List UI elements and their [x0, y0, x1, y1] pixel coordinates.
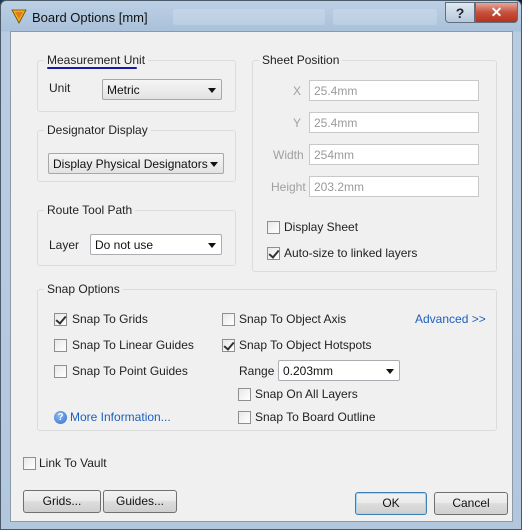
info-icon: ?: [54, 411, 67, 424]
snap-object-axis-label: Snap To Object Axis: [239, 312, 347, 326]
snap-all-layers-label: Snap On All Layers: [255, 387, 358, 401]
designator-select-value: Display Physical Designators: [53, 157, 208, 171]
designator-display-title: Designator Display: [44, 123, 151, 137]
chevron-down-icon: [208, 88, 216, 93]
unit-label: Unit: [49, 81, 71, 95]
snap-linear-checkbox[interactable]: [54, 339, 67, 352]
snap-board-outline-label: Snap To Board Outline: [255, 410, 376, 424]
route-tool-path-title: Route Tool Path: [44, 203, 136, 217]
height-field[interactable]: 203.2mm: [309, 176, 479, 197]
window-title: Board Options [mm]: [32, 10, 148, 25]
unit-select-value: Metric: [107, 83, 140, 97]
range-select-value: 0.203mm: [283, 364, 334, 378]
width-label: Width: [273, 148, 304, 162]
link-to-vault-label: Link To Vault: [39, 456, 107, 470]
advanced-link[interactable]: Advanced >>: [415, 312, 486, 326]
cancel-button[interactable]: Cancel: [434, 492, 508, 515]
help-icon: ?: [455, 4, 465, 21]
ok-button[interactable]: OK: [355, 492, 427, 515]
snap-point-checkbox[interactable]: [54, 365, 67, 378]
autosize-checkbox[interactable]: [267, 247, 280, 260]
more-information-link[interactable]: More Information...: [70, 410, 171, 424]
title-underline: [47, 67, 137, 69]
y-field[interactable]: 25.4mm: [309, 112, 479, 133]
snap-linear-label: Snap To Linear Guides: [72, 338, 194, 352]
layer-select[interactable]: Do not use: [90, 234, 222, 255]
display-sheet-checkbox[interactable]: [267, 221, 280, 234]
close-icon: ✕: [490, 4, 503, 20]
snap-grids-label: Snap To Grids: [72, 312, 148, 326]
designator-display-group: Designator Display Display Physical Desi…: [37, 123, 236, 182]
snap-object-hotspots-checkbox[interactable]: [222, 339, 235, 352]
snap-options-title: Snap Options: [44, 282, 123, 296]
title-bar[interactable]: Board Options [mm] ? ✕: [1, 1, 521, 31]
link-to-vault-checkbox[interactable]: [23, 457, 36, 470]
x-label: X: [293, 84, 302, 98]
sheet-position-group: Sheet Position X 25.4mm Y 25.4mm Width 2…: [252, 53, 497, 272]
snap-object-hotspots-label: Snap To Object Hotspots: [239, 338, 372, 352]
y-label: Y: [293, 116, 302, 130]
designator-select[interactable]: Display Physical Designators: [48, 153, 224, 174]
height-label: Height: [271, 180, 306, 194]
guides-button[interactable]: Guides...: [103, 490, 177, 513]
snap-board-outline-checkbox[interactable]: [238, 411, 251, 424]
help-button[interactable]: ?: [445, 2, 475, 23]
layer-label: Layer: [49, 238, 80, 252]
background-window-ghost: [333, 9, 437, 25]
range-label: Range: [239, 364, 275, 378]
layer-select-value: Do not use: [95, 238, 154, 252]
autosize-label: Auto-size to linked layers: [284, 246, 418, 260]
dialog-client-area: Measurement Unit Unit Metric Designator …: [10, 31, 513, 522]
route-tool-path-group: Route Tool Path Layer Do not use: [37, 203, 236, 266]
width-field[interactable]: 254mm: [309, 144, 479, 165]
range-select[interactable]: 0.203mm: [278, 360, 400, 381]
snap-all-layers-checkbox[interactable]: [238, 388, 251, 401]
measurement-unit-group: Measurement Unit Unit Metric: [37, 53, 236, 112]
chevron-down-icon: [208, 243, 216, 248]
chevron-down-icon: [210, 162, 218, 167]
measurement-unit-title: Measurement Unit: [44, 53, 149, 69]
snap-object-axis-checkbox[interactable]: [222, 313, 235, 326]
snap-grids-checkbox[interactable]: [54, 313, 67, 326]
board-options-dialog: Board Options [mm] ? ✕ Measurement Unit …: [0, 0, 522, 530]
chevron-down-icon: [386, 369, 394, 374]
grids-button[interactable]: Grids...: [23, 490, 101, 513]
background-window-ghost: [173, 9, 325, 25]
snap-options-group: Snap Options Advanced >> Snap To Grids S…: [37, 282, 497, 431]
snap-point-label: Snap To Point Guides: [72, 364, 188, 378]
x-field[interactable]: 25.4mm: [309, 80, 479, 101]
close-button[interactable]: ✕: [475, 2, 518, 23]
unit-select[interactable]: Metric: [102, 79, 222, 100]
sheet-position-title: Sheet Position: [259, 53, 343, 67]
altium-app-icon: [11, 9, 27, 24]
display-sheet-label: Display Sheet: [284, 220, 359, 234]
